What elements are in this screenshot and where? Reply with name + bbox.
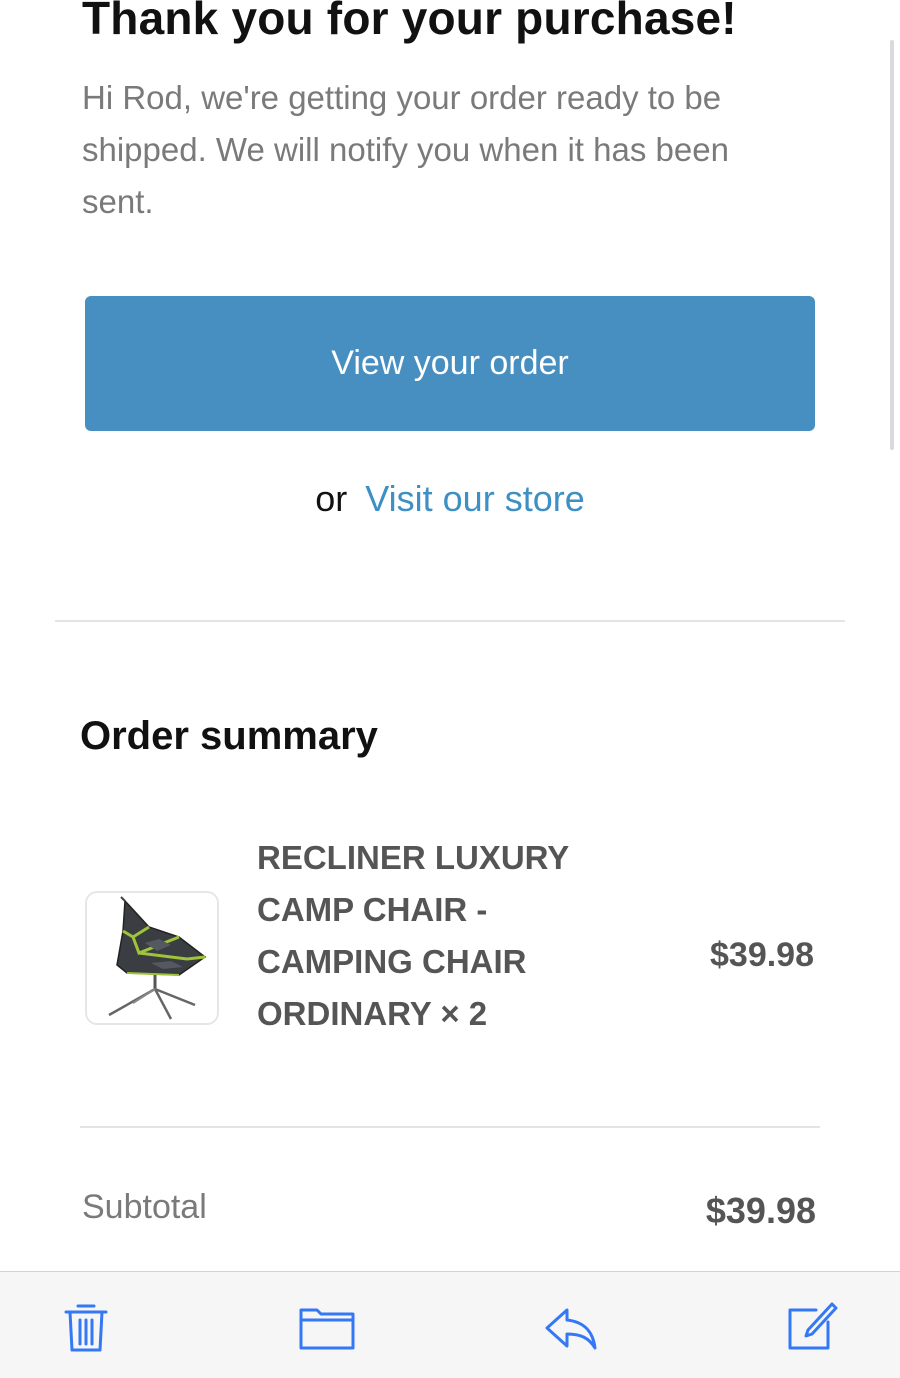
- folder-icon: [299, 1308, 355, 1350]
- product-price: $39.98: [710, 936, 814, 974]
- product-name: RECLINER LUXURY CAMP CHAIR - CAMPING CHA…: [257, 839, 569, 1032]
- camp-chair-image: [108, 896, 207, 1020]
- trash-icon: [64, 1304, 108, 1352]
- reply-icon: [545, 1308, 597, 1350]
- trash-button[interactable]: [58, 1300, 114, 1356]
- subtotal-label: Subtotal: [82, 1188, 207, 1226]
- summary-divider: [80, 1126, 820, 1128]
- mail-toolbar: [0, 1271, 900, 1378]
- visit-store-line: or Visit our store: [0, 478, 900, 520]
- view-order-button-label: View your order: [331, 344, 569, 382]
- scroll-indicator[interactable]: [890, 40, 894, 450]
- or-text: or: [315, 478, 348, 519]
- reply-button[interactable]: [543, 1300, 599, 1356]
- email-title: Thank you for your purchase!: [82, 0, 737, 44]
- visit-store-link[interactable]: Visit our store: [365, 478, 584, 519]
- subtotal-value: $39.98: [705, 1190, 816, 1231]
- compose-button[interactable]: [782, 1300, 838, 1356]
- email-intro-text: Hi Rod, we're getting your order ready t…: [82, 79, 729, 220]
- product-thumbnail[interactable]: [85, 891, 219, 1025]
- move-to-folder-button[interactable]: [299, 1300, 355, 1356]
- section-divider: [55, 620, 845, 622]
- compose-icon: [788, 1302, 838, 1350]
- mail-message-view: Thank you for your purchase! Hi Rod, we'…: [0, 0, 900, 1378]
- order-summary-heading: Order summary: [80, 714, 378, 758]
- view-order-button[interactable]: View your order: [85, 296, 815, 431]
